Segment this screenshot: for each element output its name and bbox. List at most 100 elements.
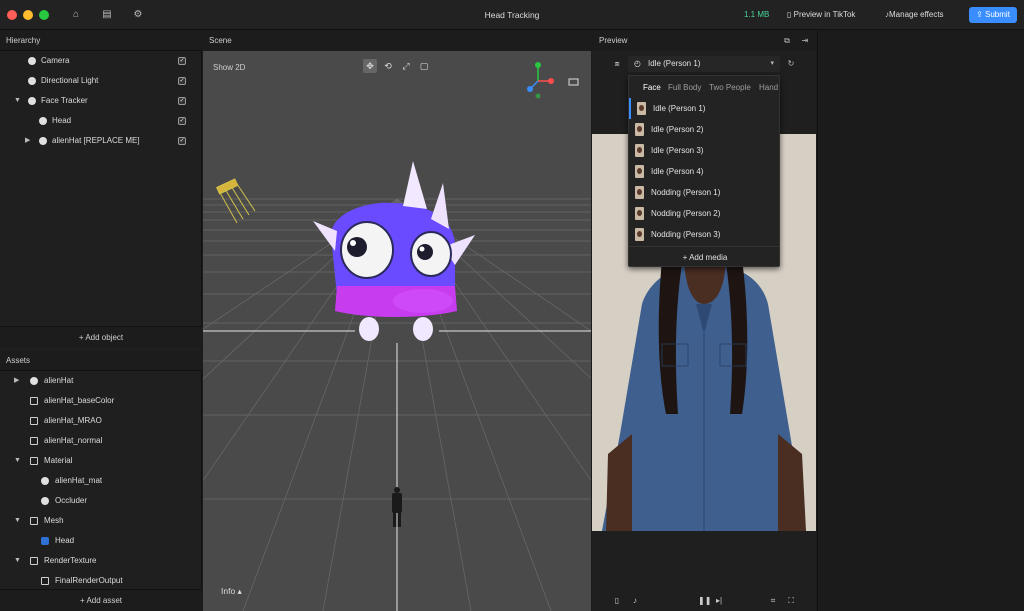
texture-icon	[30, 417, 38, 425]
asset-item-alienhat-normal[interactable]: alienHat_normal	[0, 431, 202, 451]
object-icon	[39, 137, 47, 145]
right-empty-area	[817, 31, 1024, 611]
expand-icon[interactable]: ⇥	[800, 36, 810, 46]
texture-icon	[30, 397, 38, 405]
asset-folder-material[interactable]: ▼ Material	[0, 451, 202, 471]
media-item-idle-4[interactable]: Idle (Person 4)	[629, 161, 779, 182]
hierarchy-item-directional-light[interactable]: Directional Light ✓	[0, 71, 202, 91]
object-icon	[28, 77, 36, 85]
manage-effects-button[interactable]: ♪Manage effects	[885, 8, 944, 22]
tab-full-body[interactable]: Full Body	[668, 83, 701, 92]
expand-down-icon[interactable]: ▼	[14, 511, 22, 531]
layers-icon[interactable]: ⧈	[612, 59, 622, 69]
rect-tool-icon[interactable]: ▢	[417, 59, 431, 73]
object-icon	[28, 57, 36, 65]
window-title: Head Tracking	[484, 10, 540, 20]
media-item-nodding-2[interactable]: Nodding (Person 2)	[629, 203, 779, 224]
move-tool-icon[interactable]: ✥	[363, 59, 377, 73]
expand-right-icon[interactable]: ▶	[25, 131, 33, 151]
hierarchy-item-head[interactable]: Head ✓	[0, 111, 202, 131]
tab-face[interactable]: Face	[643, 83, 661, 92]
folder-icon	[30, 517, 38, 525]
expand-down-icon[interactable]: ▼	[14, 551, 22, 571]
expand-down-icon[interactable]: ▼	[14, 91, 22, 111]
show-2d-toggle[interactable]: Show 2D	[213, 63, 245, 72]
asset-folder-mesh[interactable]: ▼ Mesh	[0, 511, 202, 531]
visibility-checkbox[interactable]: ✓	[178, 77, 186, 85]
media-item-idle-1[interactable]: Idle (Person 1)	[629, 98, 779, 119]
visibility-checkbox[interactable]: ✓	[178, 137, 186, 145]
asset-folder-rendertexture[interactable]: ▼ RenderTexture	[0, 551, 202, 571]
asset-item-occluder[interactable]: Occluder	[0, 491, 202, 511]
media-item-label: Idle (Person 1)	[653, 104, 706, 113]
step-forward-icon[interactable]: ▸|	[714, 596, 724, 606]
asset-item-finalrenderoutput[interactable]: FinalRenderOutput	[0, 571, 202, 591]
media-icon: ◴	[634, 59, 641, 68]
hierarchy-item-camera[interactable]: Camera ✓	[0, 51, 202, 71]
asset-item-label: alienHat_MRAO	[44, 416, 102, 425]
expand-down-icon[interactable]: ▼	[14, 451, 22, 471]
left-panel: Hierarchy Camera ✓ Directional Light ✓ ▼…	[0, 31, 202, 611]
asset-item-alienhat-basecolor[interactable]: alienHat_baseColor	[0, 391, 202, 411]
asset-item-alienhat-mat[interactable]: alienHat_mat	[0, 471, 202, 491]
alien-hat-model[interactable]	[313, 161, 475, 341]
expand-right-icon[interactable]: ▶	[14, 371, 22, 391]
info-toggle[interactable]: Info ▴	[221, 586, 242, 597]
scene-viewport[interactable]	[203, 51, 591, 611]
add-media-button[interactable]: + Add media	[629, 246, 779, 266]
tab-hand[interactable]: Hand	[759, 83, 778, 92]
visibility-checkbox[interactable]: ✓	[178, 97, 186, 105]
submit-button[interactable]: ⇪ Submit	[969, 7, 1017, 23]
asset-item-head-mesh[interactable]: Head	[0, 531, 202, 551]
rotate-tool-icon[interactable]: ⟲	[381, 59, 395, 73]
object-icon	[39, 117, 47, 125]
file-size-label: 1.1 MB	[744, 10, 770, 19]
folder-icon	[30, 557, 38, 565]
tab-two-people[interactable]: Two People	[709, 83, 751, 92]
scale-tool-icon[interactable]: ⤢	[399, 59, 413, 73]
hierarchy-item-label: Directional Light	[41, 76, 99, 85]
popout-icon[interactable]: ⧉	[782, 36, 792, 46]
phone-icon[interactable]: ▯	[612, 596, 622, 606]
tiktok-icon[interactable]: ♪	[630, 596, 640, 606]
add-asset-button[interactable]: + Add asset	[0, 589, 202, 611]
media-item-nodding-3[interactable]: Nodding (Person 3)	[629, 224, 779, 245]
media-thumbnail	[635, 123, 644, 136]
hierarchy-item-label: Camera	[41, 56, 70, 65]
directional-light-gizmo[interactable]	[216, 178, 256, 224]
asset-item-label: Occluder	[55, 496, 88, 505]
asset-item-label: alienHat	[44, 376, 74, 385]
preview-media-selected: Idle (Person 1)	[648, 59, 701, 68]
hierarchy-item-alienhat[interactable]: ▶ alienHat [REPLACE ME] ✓	[0, 131, 202, 151]
media-thumbnail	[635, 186, 644, 199]
asset-item-alienhat[interactable]: ▶ alienHat	[0, 371, 202, 391]
camera-view-icon[interactable]	[568, 78, 579, 86]
refresh-icon[interactable]: ↻	[786, 59, 796, 69]
media-item-label: Idle (Person 4)	[651, 167, 704, 176]
asset-item-alienhat-mrao[interactable]: alienHat_MRAO	[0, 411, 202, 431]
media-item-idle-2[interactable]: Idle (Person 2)	[629, 119, 779, 140]
fullscreen-icon[interactable]: ⛶	[786, 596, 796, 606]
media-item-idle-3[interactable]: Idle (Person 3)	[629, 140, 779, 161]
visibility-checkbox[interactable]: ✓	[178, 117, 186, 125]
hierarchy-item-label: Head	[52, 116, 72, 125]
media-item-label: Idle (Person 3)	[651, 146, 704, 155]
asset-item-label: Head	[55, 536, 75, 545]
media-thumbnail	[635, 228, 644, 241]
asset-item-label: RenderTexture	[44, 556, 97, 565]
model-icon	[30, 377, 38, 385]
asset-item-label: alienHat_mat	[55, 476, 103, 485]
media-item-label: Nodding (Person 1)	[651, 188, 721, 197]
visibility-checkbox[interactable]: ✓	[178, 57, 186, 65]
pause-icon[interactable]: ❚❚	[698, 596, 711, 606]
crop-icon[interactable]: ⌗	[768, 596, 778, 606]
preview-in-tiktok-button[interactable]: ▯ Preview in TikTok	[787, 8, 855, 22]
hierarchy-header: Hierarchy	[0, 31, 202, 51]
media-item-nodding-1[interactable]: Nodding (Person 1)	[629, 182, 779, 203]
hierarchy-item-face-tracker[interactable]: ▼ Face Tracker ✓	[0, 91, 202, 111]
axis-gizmo[interactable]	[527, 62, 554, 99]
preview-media-select[interactable]: ◴ Idle (Person 1) ▾	[628, 56, 780, 72]
add-object-button[interactable]: + Add object	[0, 326, 202, 348]
asset-item-label: FinalRenderOutput	[55, 576, 123, 585]
texture-icon	[41, 577, 49, 585]
